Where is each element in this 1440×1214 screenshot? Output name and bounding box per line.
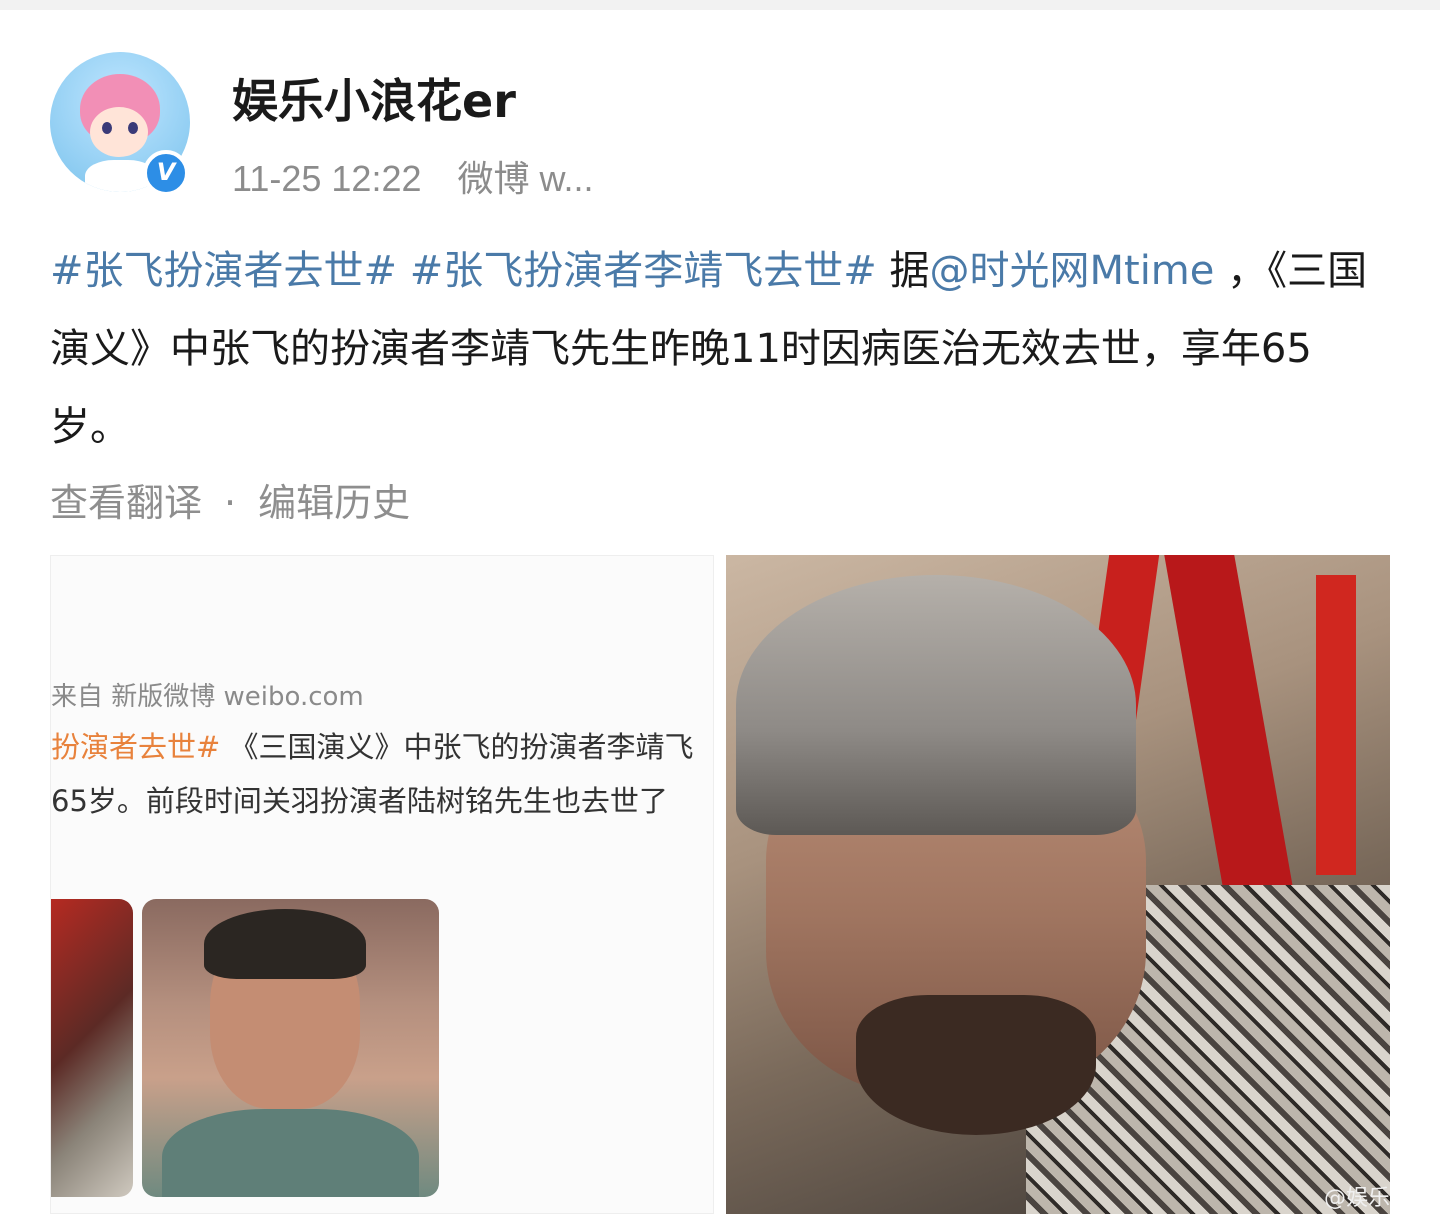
content-text: 据 (876, 248, 930, 294)
hashtag-link[interactable]: #张飞扮演者去世# (50, 248, 397, 294)
top-divider (0, 0, 1440, 10)
image-caption-hashtag: 扮演者去世# (51, 730, 221, 764)
image-caption-text: 《三国演义》中张飞的扮演者李靖飞 (220, 730, 694, 764)
image-watermark: @娱乐 (1323, 1186, 1390, 1211)
post-actions: 查看翻译 · 编辑历史 (50, 472, 410, 527)
translate-link[interactable]: 查看翻译 (50, 481, 202, 525)
avatar-eye-right (128, 122, 138, 134)
portrait-shirt (162, 1109, 419, 1197)
post-timestamp: 11-25 12:22 (232, 158, 422, 199)
edit-history-link[interactable]: 编辑历史 (258, 481, 410, 525)
post-meta: 11-25 12:22 微博 w... (232, 150, 594, 202)
image-caption-source: 来自 新版微博 weibo.com (51, 682, 364, 712)
thumbnail-portrait-photo (142, 899, 439, 1197)
separator-dot: · (224, 481, 237, 525)
hashtag-link[interactable]: #张飞扮演者李靖飞去世# (410, 248, 877, 294)
post-content: #张飞扮演者去世# #张飞扮演者李靖飞去世# 据@时光网Mtime ，《三国演义… (50, 232, 1390, 466)
portrait-hair (204, 909, 366, 979)
image-caption-line: 扮演者去世# 《三国演义》中张飞的扮演者李靖飞 (51, 724, 694, 766)
image-caption-line: 65岁。前段时间关羽扮演者陆树铭先生也去世了 (51, 784, 668, 818)
verified-badge-icon: V (143, 150, 189, 196)
avatar-face (90, 107, 148, 157)
post-source: 微博 w... (457, 158, 594, 199)
post-image-character[interactable]: @娱乐 (726, 555, 1390, 1214)
username[interactable]: 娱乐小浪花er (232, 65, 516, 131)
weibo-post-card: V 娱乐小浪花er 11-25 12:22 微博 w... #张飞扮演者去世# #… (0, 10, 1440, 1214)
mention-link[interactable]: @时光网Mtime (930, 248, 1215, 294)
avatar-eye-left (102, 122, 112, 134)
character-helmet (736, 575, 1136, 835)
red-banner (1164, 555, 1298, 915)
thumbnail-costume-photo (51, 899, 133, 1197)
red-banner (1316, 575, 1356, 875)
character-beard (856, 995, 1096, 1135)
post-image-screenshot[interactable]: 来自 新版微博 weibo.com 扮演者去世# 《三国演义》中张飞的扮演者李靖… (50, 555, 714, 1214)
